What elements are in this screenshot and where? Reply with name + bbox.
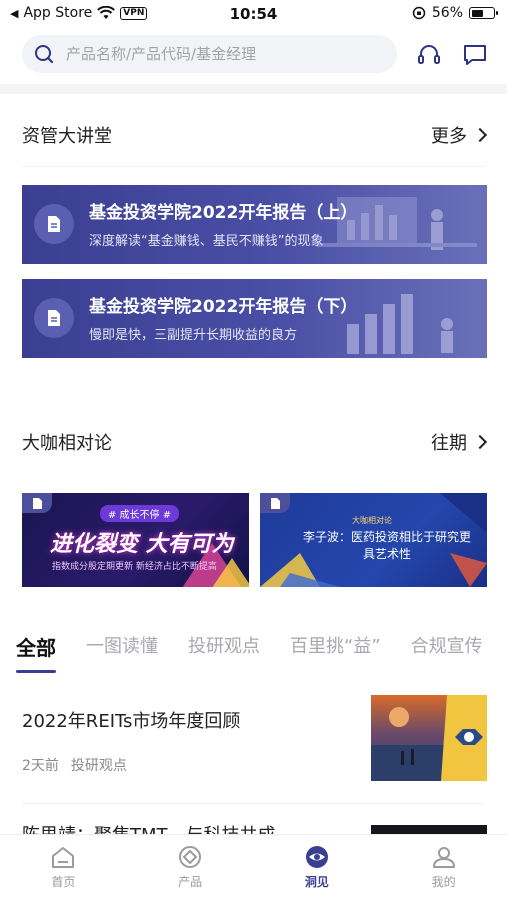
article-item[interactable]: 陈思靖：聚焦TMT，与科技共成 [22, 821, 487, 835]
section-divider [0, 84, 507, 94]
article-thumbnail [371, 695, 487, 781]
lecture-banner[interactable]: 基金投资学院2022开年报告（下） 慢即是快，三副提升长期收益的良方 [22, 279, 487, 358]
chevron-right-icon [472, 434, 488, 450]
card-tag: # 成长不停 # [100, 505, 180, 522]
past-issues-link[interactable]: 往期 [431, 429, 488, 455]
nav-label: 洞见 [304, 875, 329, 889]
tab-research[interactable]: 投研观点 [188, 632, 260, 658]
nav-home[interactable]: 首页 [0, 835, 127, 900]
nav-products[interactable]: 产品 [127, 835, 254, 900]
article-title: 2022年REITs市场年度回顾 [22, 711, 241, 732]
card-title: 进化裂变 大有可为 [50, 532, 234, 557]
more-label: 更多 [431, 126, 467, 147]
section-title: 大咖相对论 [22, 433, 112, 454]
more-label: 往期 [431, 433, 467, 454]
nav-label: 我的 [431, 875, 456, 889]
dialogue-section-header: 大咖相对论 往期 [22, 427, 488, 457]
document-badge-icon [22, 493, 52, 513]
article-time: 2天前 [22, 758, 59, 774]
banner-illustration [347, 294, 453, 354]
product-icon [179, 846, 202, 868]
article-meta: 2天前 投研观点 [22, 755, 127, 775]
tab-compliance[interactable]: 合规宣传 [411, 632, 483, 658]
tab-all[interactable]: 全部 [16, 632, 56, 673]
chevron-right-icon [472, 127, 488, 143]
article-item[interactable]: 2022年REITs市场年度回顾 2天前 投研观点 [22, 695, 487, 787]
user-icon [432, 847, 455, 868]
eye-icon [305, 846, 328, 868]
search-icon [35, 45, 54, 64]
card-subtitle: 指数成分股定期更新 新经济占比不断提高 [52, 562, 217, 572]
document-icon [34, 204, 74, 244]
search-box[interactable] [22, 35, 397, 73]
banner-title: 基金投资学院2022开年报告（上） [89, 203, 358, 223]
battery-icon [469, 7, 498, 19]
document-badge-icon [260, 493, 290, 513]
nav-label: 产品 [178, 875, 203, 889]
nav-label: 首页 [51, 875, 76, 889]
search-input[interactable] [66, 45, 366, 63]
search-header [0, 30, 507, 82]
divider [22, 803, 485, 804]
banner-subtitle: 深度解读“基金赚钱、基民不赚钱”的现象 [89, 234, 324, 249]
document-icon [34, 298, 74, 338]
tab-selection[interactable]: 百里挑“益” [290, 632, 381, 658]
nav-insights[interactable]: 洞见 [254, 835, 381, 900]
more-link[interactable]: 更多 [431, 122, 488, 148]
divider [22, 166, 485, 167]
status-bar: ◀ App Store VPN 10:54 56% [0, 0, 507, 30]
lecture-banner[interactable]: 基金投资学院2022开年报告（上） 深度解读“基金赚钱、基民不赚钱”的现象 [22, 185, 487, 264]
bottom-nav: 首页 产品 洞见 我的 [0, 834, 507, 900]
battery-percent: 56% [431, 5, 463, 21]
video-card[interactable]: 大咖相对论 李子波：医药投资相比于研究更具艺术性 [260, 493, 487, 587]
banner-title: 基金投资学院2022开年报告（下） [89, 297, 358, 317]
card-title: 李子波：医药投资相比于研究更具艺术性 [302, 530, 471, 561]
section-title: 资管大讲堂 [22, 126, 112, 147]
article-title: 陈思靖：聚焦TMT，与科技共成 [22, 821, 276, 835]
nav-mine[interactable]: 我的 [380, 835, 507, 900]
banner-subtitle: 慢即是快，三副提升长期收益的良方 [89, 328, 298, 343]
banner-illustration [317, 197, 477, 250]
article-category: 投研观点 [70, 758, 127, 774]
lecture-section-header: 资管大讲堂 更多 [22, 120, 488, 150]
home-icon [52, 847, 75, 868]
video-card[interactable]: # 成长不停 # 进化裂变 大有可为 指数成分股定期更新 新经济占比不断提高 [22, 493, 249, 587]
category-tabs: 全部 一图读懂 投研观点 百里挑“益” 合规宣传 [0, 632, 507, 676]
tab-infographic[interactable]: 一图读懂 [86, 632, 158, 658]
orientation-lock-icon [412, 6, 426, 20]
message-icon[interactable] [462, 42, 488, 68]
card-tag: 大咖相对论 [352, 516, 392, 525]
headset-icon[interactable] [416, 42, 442, 68]
